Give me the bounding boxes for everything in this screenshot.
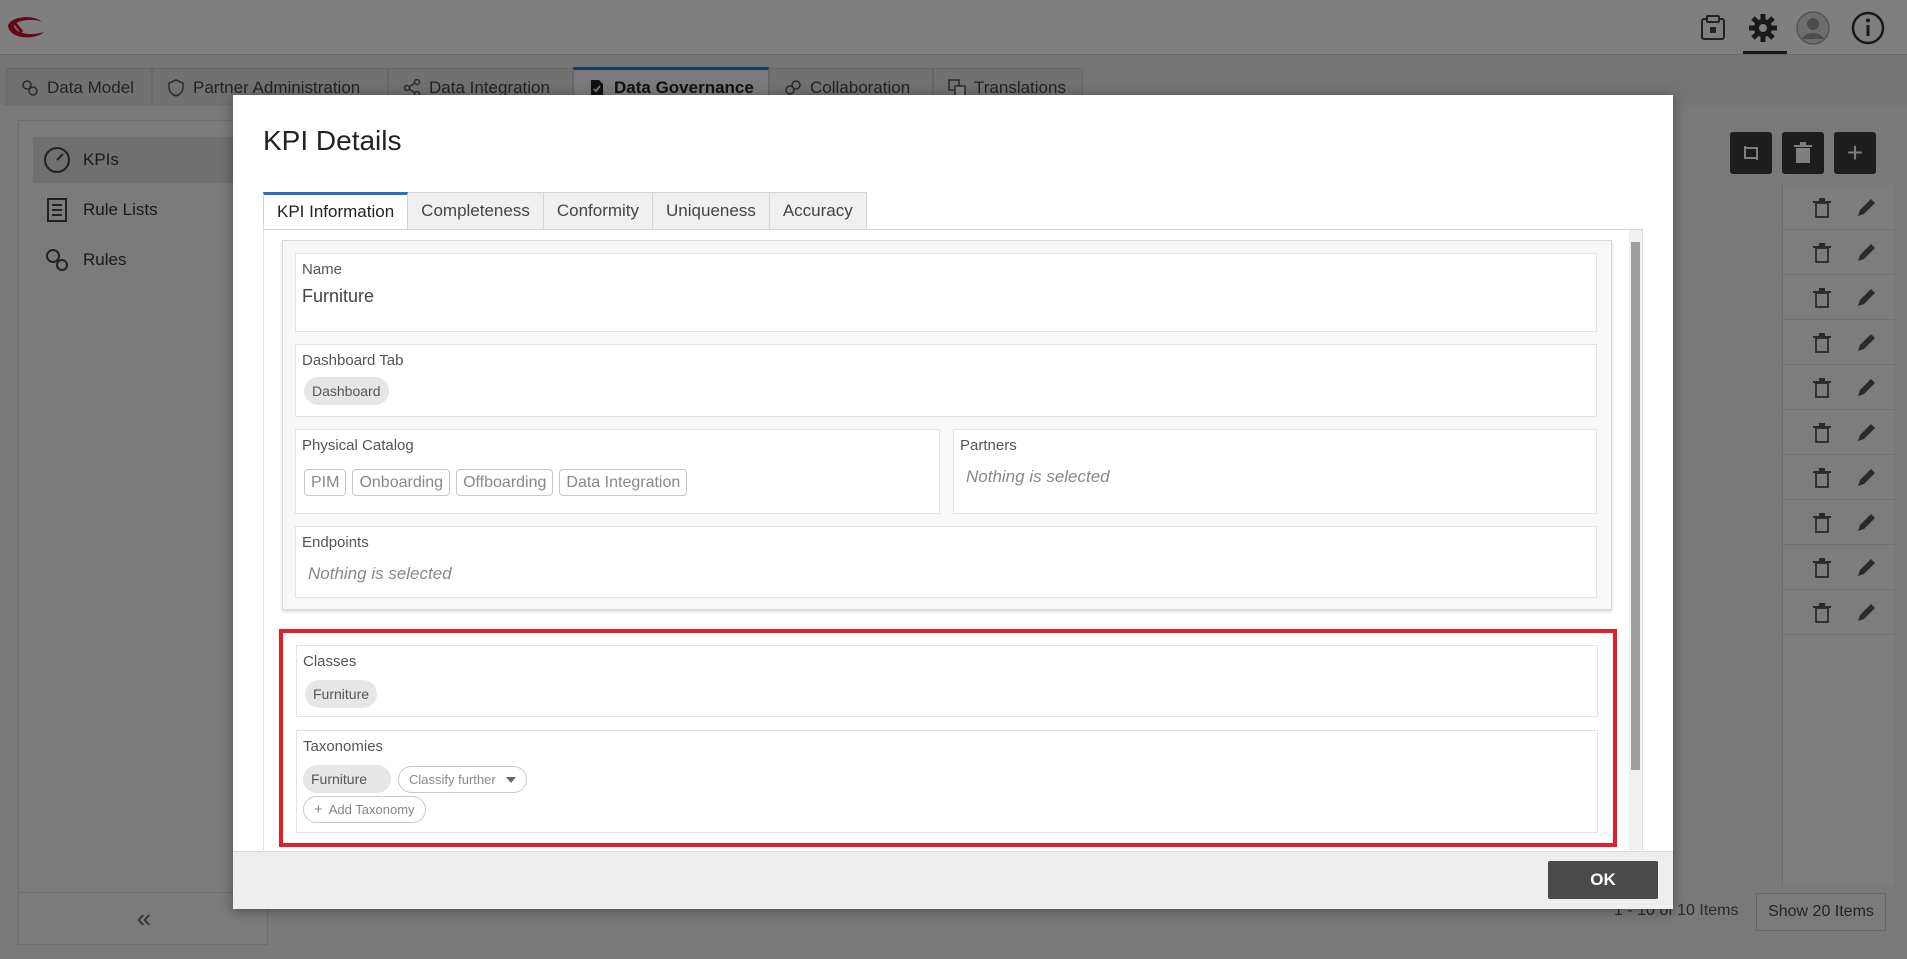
partners-field[interactable]: Partners Nothing is selected <box>953 429 1597 514</box>
physical-catalog-field[interactable]: Physical Catalog PIM Onboarding Offboard… <box>295 429 940 514</box>
tab-uniqueness[interactable]: Uniqueness <box>653 192 770 230</box>
tab-conformity[interactable]: Conformity <box>543 192 654 230</box>
tab-accuracy[interactable]: Accuracy <box>769 192 867 230</box>
dashboard-tab-field[interactable]: Dashboard Tab Dashboard <box>295 344 1597 417</box>
dashboard-tab-label: Dashboard Tab <box>302 352 404 369</box>
highlight-box <box>279 629 1617 847</box>
endpoints-label: Endpoints <box>302 534 369 551</box>
endpoints-empty: Nothing is selected <box>308 564 452 583</box>
name-field[interactable]: Name Furniture <box>295 253 1597 332</box>
scrollbar-thumb[interactable] <box>1631 242 1640 770</box>
catalog-option-onboarding[interactable]: Onboarding <box>352 469 451 496</box>
endpoints-field[interactable]: Endpoints Nothing is selected <box>295 526 1597 598</box>
dashboard-chip[interactable]: Dashboard <box>304 377 389 405</box>
dialog-title: KPI Details <box>263 125 402 156</box>
general-info-card: Name Furniture Dashboard Tab Dashboard P… <box>282 240 1612 610</box>
catalog-option-pim[interactable]: PIM <box>304 469 347 496</box>
tab-kpi-information[interactable]: KPI Information <box>263 192 409 230</box>
catalog-options: PIM Onboarding Offboarding Data Integrat… <box>304 469 688 496</box>
ok-button[interactable]: OK <box>1548 861 1658 899</box>
partners-label: Partners <box>960 437 1017 454</box>
dialog-tabs: KPI Information Completeness Conformity … <box>263 192 867 230</box>
scrollbar[interactable] <box>1629 230 1642 850</box>
catalog-option-offboarding[interactable]: Offboarding <box>456 469 554 496</box>
physical-catalog-label: Physical Catalog <box>302 437 414 454</box>
catalog-option-data-integration[interactable]: Data Integration <box>559 469 688 496</box>
dialog-footer: OK <box>233 851 1673 909</box>
name-value: Furniture <box>302 286 375 306</box>
tab-completeness[interactable]: Completeness <box>408 192 544 230</box>
name-label: Name <box>302 261 343 278</box>
partners-empty: Nothing is selected <box>966 467 1110 486</box>
